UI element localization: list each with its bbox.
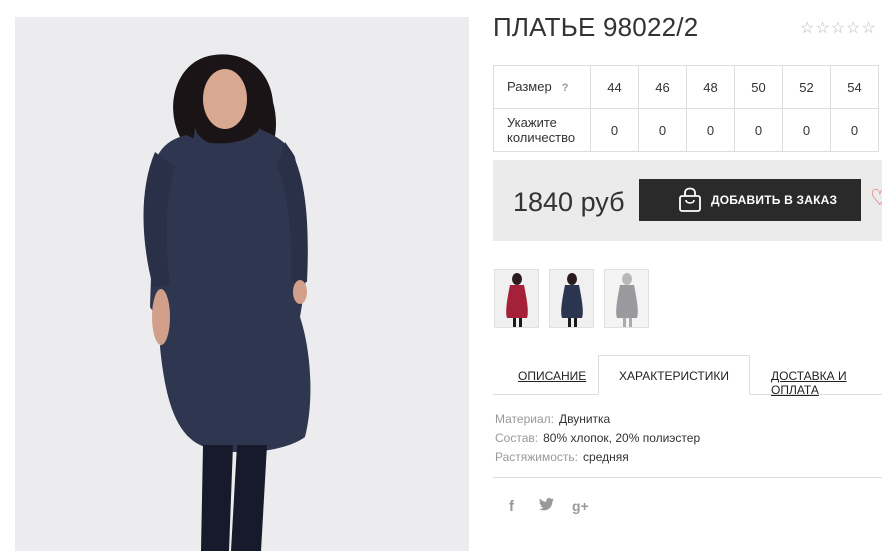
quantity-row: Укажите количество 0 0 0 0 0 0: [493, 108, 879, 152]
add-to-order-label: ДОБАВИТЬ В ЗАКАЗ: [711, 193, 838, 207]
thumb-dress: [561, 285, 583, 318]
size-cell: 46: [638, 65, 687, 109]
quantity-input[interactable]: 0: [830, 108, 879, 152]
size-row: Размер? 44 46 48 50 52 54: [493, 65, 879, 109]
size-cell: 52: [782, 65, 831, 109]
social-divider: [493, 477, 882, 478]
buy-box: 1840 руб ДОБАВИТЬ В ЗАКАЗ ♡: [493, 160, 882, 241]
tab-delivery[interactable]: ДОСТАВКА И ОПЛАТА: [771, 369, 882, 397]
product-main-photo[interactable]: [15, 17, 469, 551]
thumb-dress: [616, 285, 638, 318]
facebook-icon[interactable]: f: [509, 498, 514, 515]
rating-stars[interactable]: ☆☆☆☆☆: [800, 18, 877, 38]
price: 1840 руб: [513, 187, 625, 217]
size-label-cell: Размер?: [493, 65, 591, 109]
product-title: ПЛАТЬЕ 98022/2: [493, 12, 699, 42]
spec-key: Растяжимость:: [495, 450, 579, 464]
size-cell: 44: [590, 65, 639, 109]
thumbnail-navy[interactable]: [549, 269, 594, 328]
quantity-input[interactable]: 0: [590, 108, 639, 152]
google-plus-icon[interactable]: g+: [572, 498, 589, 514]
thumbnail-gray[interactable]: [604, 269, 649, 328]
thumbnail-red[interactable]: [494, 269, 539, 328]
quantity-input[interactable]: 0: [782, 108, 831, 152]
spec-value: 80% хлопок, 20% полиэстер: [543, 431, 701, 445]
quantity-input[interactable]: 0: [638, 108, 687, 152]
quantity-input[interactable]: 0: [734, 108, 783, 152]
quantity-label: Укажите количество: [493, 108, 591, 152]
size-cell: 54: [830, 65, 879, 109]
spec-row: Материал: Двунитка: [495, 410, 700, 429]
spec-value: Двунитка: [558, 412, 611, 426]
help-icon[interactable]: ?: [562, 82, 569, 94]
spec-row: Растяжимость: средняя: [495, 448, 700, 467]
spec-row: Состав: 80% хлопок, 20% полиэстер: [495, 429, 700, 448]
quantity-input[interactable]: 0: [686, 108, 735, 152]
size-label: Размер: [507, 78, 552, 94]
spec-value: средняя: [583, 450, 629, 464]
tab-description[interactable]: ОПИСАНИЕ: [518, 369, 586, 383]
spec-key: Материал:: [495, 412, 554, 426]
shopping-bag-icon: [677, 187, 703, 216]
size-quantity-table: Размер? 44 46 48 50 52 54 Укажите количе…: [493, 65, 879, 152]
heart-icon[interactable]: ♡: [870, 187, 882, 209]
twitter-icon[interactable]: [539, 498, 554, 514]
add-to-order-button[interactable]: ДОБАВИТЬ В ЗАКАЗ: [639, 179, 861, 221]
size-cell: 50: [734, 65, 783, 109]
tab-characteristics[interactable]: ХАРАКТЕРИСТИКИ: [598, 355, 750, 395]
size-cell: 48: [686, 65, 735, 109]
spec-key: Состав:: [495, 431, 539, 445]
specs-list: Материал: Двунитка Состав: 80% хлопок, 20%…: [495, 410, 700, 467]
thumb-dress: [506, 285, 528, 318]
